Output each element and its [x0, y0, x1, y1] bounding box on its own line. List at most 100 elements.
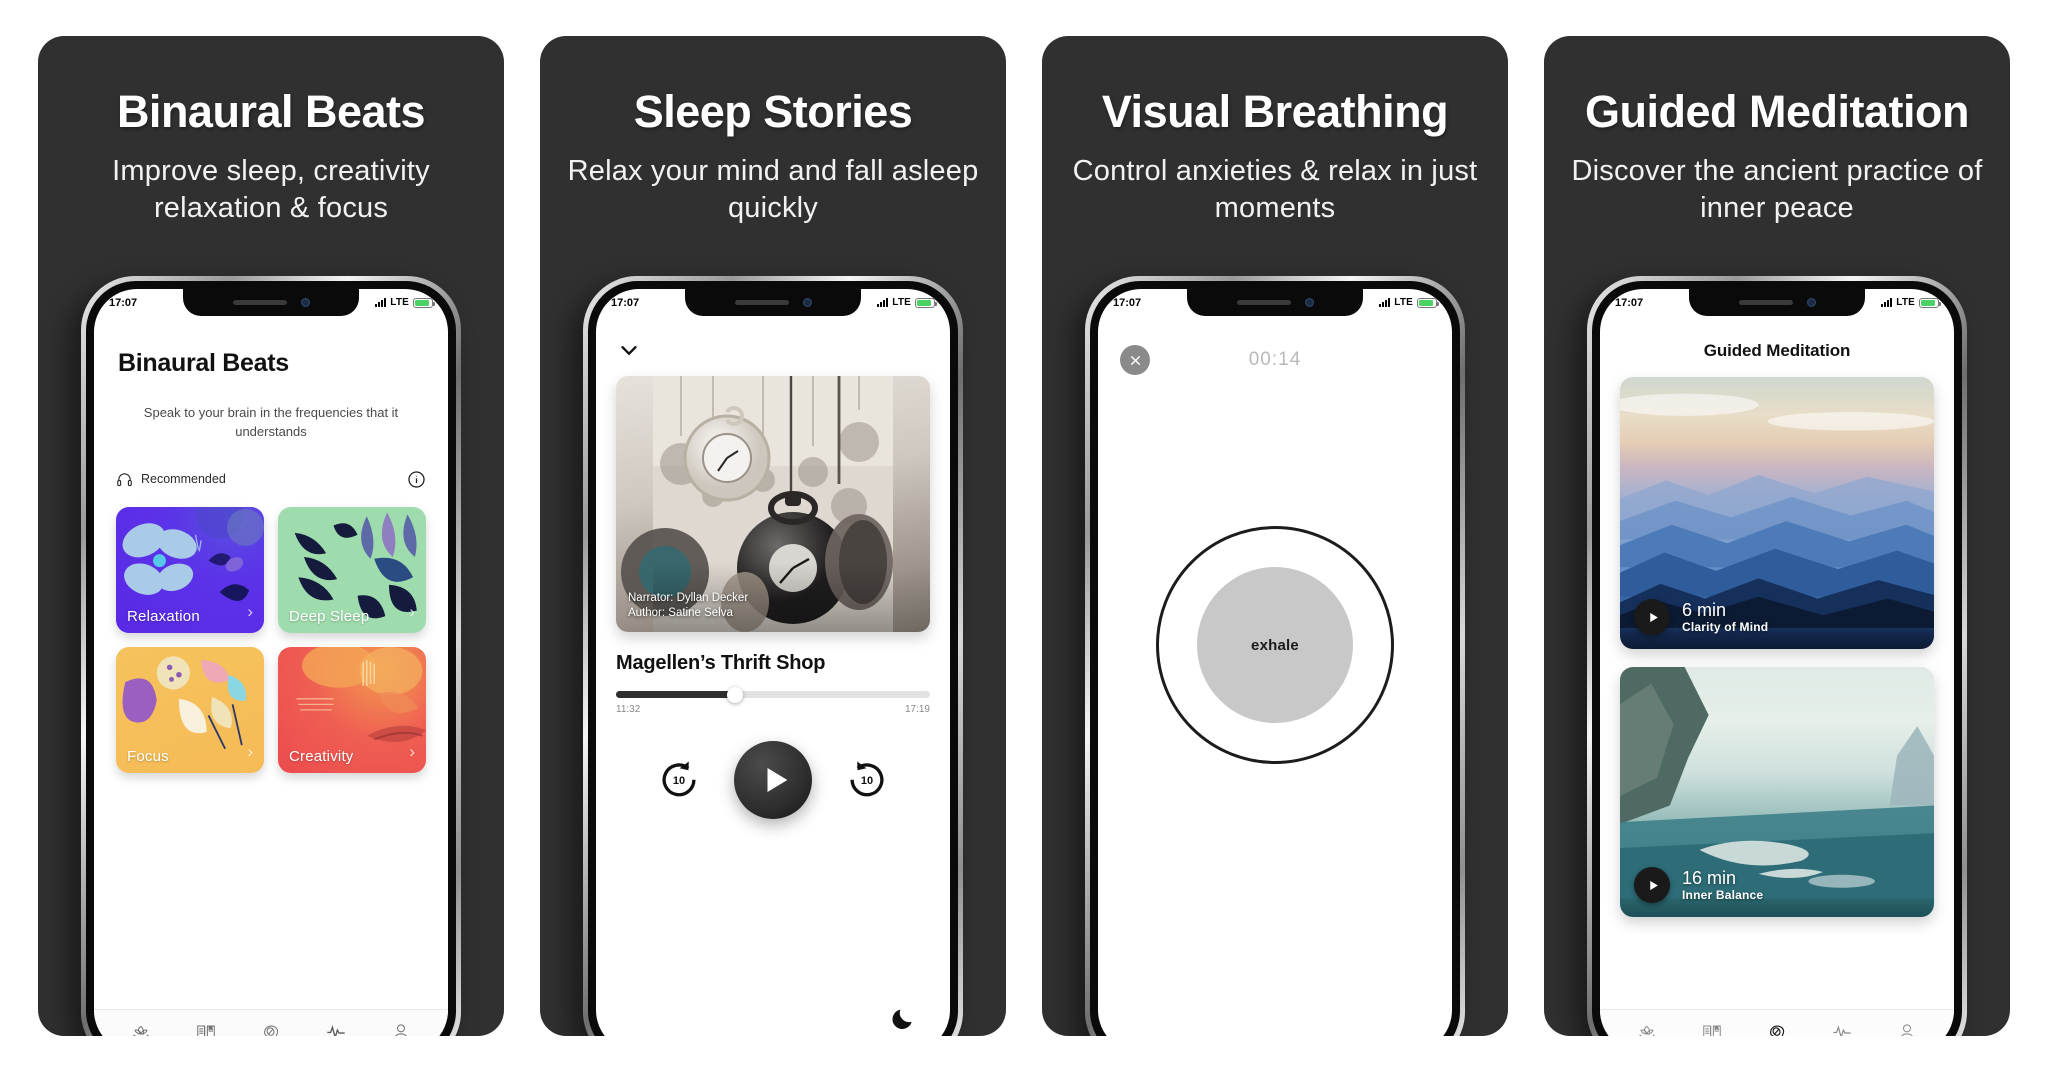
play-button[interactable]: [1634, 867, 1670, 903]
card-label: Focus: [127, 747, 169, 765]
mind-leaf-icon[interactable]: [1766, 1021, 1788, 1037]
skip-forward-button[interactable]: 10: [846, 757, 888, 804]
category-card-creativity[interactable]: Creativity ›: [278, 646, 426, 773]
breathing-circle[interactable]: exhale: [1197, 567, 1353, 723]
session-name: Inner Balance: [1682, 888, 1764, 903]
status-bar: 17:07 LTE: [596, 289, 950, 316]
section-header: Recommended: [94, 442, 448, 489]
story-credits: Narrator: Dyllan Decker Author: Satine S…: [628, 591, 748, 622]
signal-bars-icon: [877, 298, 889, 307]
progress-slider[interactable]: [616, 686, 930, 703]
mind-leaf-icon[interactable]: [260, 1021, 282, 1037]
status-bar: 17:07 LTE: [1098, 289, 1452, 316]
headphones-icon: [117, 473, 132, 486]
breathing-ring: exhale: [1156, 526, 1394, 764]
phone-mockup: 17:07 LTE Binaural Beats Speak to your b…: [53, 276, 489, 1036]
play-button[interactable]: [734, 741, 812, 819]
elapsed-time: 11:32: [616, 704, 641, 715]
section-label: Recommended: [141, 472, 226, 487]
network-label: LTE: [1394, 297, 1413, 308]
panel-title: Binaural Beats: [116, 86, 426, 137]
screenshot-showcase: Binaural Beats Improve sleep, creativity…: [0, 0, 2048, 1074]
app-content-sleep-story: Narrator: Dyllan Decker Author: Satine S…: [596, 289, 950, 1036]
phone-mockup: 17:07 LTE Guided Meditation 6 min Clarit…: [1559, 276, 1995, 1036]
panel-subtitle: Improve sleep, creativity relaxation & f…: [112, 155, 430, 225]
tab-bar: [94, 1009, 448, 1036]
session-duration: 6 min: [1682, 599, 1727, 620]
total-duration: 17:19: [904, 704, 930, 715]
showcase-panel-visual-breathing: Visual Breathing Control anxieties & rel…: [1042, 36, 1508, 1036]
showcase-panel-binaural-beats: Binaural Beats Improve sleep, creativity…: [38, 36, 504, 1036]
app-content-breathing: 00:14 exhale: [1098, 289, 1452, 1036]
category-card-relaxation[interactable]: Relaxation ›: [116, 506, 264, 633]
breath-state-label: exhale: [1251, 636, 1299, 654]
status-time: 17:07: [109, 296, 138, 309]
pulse-icon[interactable]: [325, 1021, 347, 1037]
phone-screen: 17:07 LTE: [596, 289, 950, 1036]
session-text: 16 min Inner Balance: [1682, 868, 1763, 903]
page-tagline: Speak to your brain in the frequencies t…: [143, 405, 399, 439]
play-icon: [1649, 880, 1658, 890]
card-label: Relaxation: [127, 607, 200, 625]
chevron-right-icon: ›: [409, 601, 415, 621]
session-meta: 16 min Inner Balance: [1634, 867, 1763, 903]
mountain-artwork: [1620, 393, 1934, 629]
status-bar: 17:07 LTE: [94, 289, 448, 316]
phone-bezel: 17:07 LTE Binaural Beats Speak to your b…: [86, 281, 456, 1036]
phone-frame: 17:07 LTE Binaural Beats Speak to your b…: [81, 276, 461, 1036]
category-grid: Relaxation › Deep Sleep › Focus › Creati…: [94, 489, 448, 773]
book-icon[interactable]: [1701, 1021, 1723, 1037]
status-indicators: LTE: [375, 297, 435, 308]
battery-icon: [1919, 297, 1941, 308]
progress-knob[interactable]: [727, 686, 744, 703]
info-icon[interactable]: [407, 470, 426, 489]
panel-subtitle: Control anxieties & relax in just moment…: [1072, 155, 1478, 225]
meditation-card-inner-balance[interactable]: 16 min Inner Balance: [1620, 667, 1934, 917]
battery-icon: [915, 297, 937, 308]
phone-frame: 17:07 LTE: [1085, 276, 1465, 1036]
progress-fill: [616, 691, 736, 698]
panel-title: Visual Breathing: [1101, 86, 1449, 137]
card-label: Creativity: [289, 747, 354, 765]
person-icon[interactable]: [390, 1021, 412, 1037]
phone-bezel: 17:07 LTE Guided Meditation 6 min Clarit…: [1592, 281, 1962, 1036]
panel-title: Sleep Stories: [633, 86, 913, 137]
page-title: Guided Meditation: [1703, 341, 1851, 360]
lotus-icon[interactable]: [1636, 1021, 1658, 1037]
collapse-button[interactable]: [596, 323, 950, 366]
chevron-right-icon: ›: [247, 601, 253, 621]
category-card-deep-sleep[interactable]: Deep Sleep ›: [278, 506, 426, 633]
skip-back-button[interactable]: 10: [658, 757, 700, 804]
status-time: 17:07: [1615, 296, 1644, 309]
network-label: LTE: [1896, 297, 1915, 308]
session-duration: 16 min: [1682, 867, 1737, 888]
panel-title: Guided Meditation: [1585, 86, 1969, 137]
status-indicators: LTE: [1379, 297, 1439, 308]
network-label: LTE: [892, 297, 911, 308]
category-card-focus[interactable]: Focus ›: [116, 646, 264, 773]
panel-subtitle: Discover the ancient practice of inner p…: [1571, 155, 1983, 225]
showcase-panel-sleep-stories: Sleep Stories Relax your mind and fall a…: [540, 36, 1006, 1036]
signal-bars-icon: [1881, 298, 1893, 307]
play-icon: [767, 767, 787, 793]
app-content-meditation: Guided Meditation 6 min Clarity of Mind …: [1600, 289, 1954, 1036]
play-icon: [1649, 612, 1658, 622]
meditation-card-clarity[interactable]: 6 min Clarity of Mind: [1620, 377, 1934, 649]
phone-mockup: 17:07 LTE: [555, 276, 991, 1036]
pulse-icon[interactable]: [1831, 1021, 1853, 1037]
tab-bar: [1600, 1009, 1954, 1036]
status-indicators: LTE: [1881, 297, 1941, 308]
person-icon[interactable]: [1896, 1021, 1918, 1037]
progress-section: 11:32 17:19: [596, 675, 950, 715]
book-icon[interactable]: [195, 1021, 217, 1037]
page-title: Binaural Beats: [118, 349, 289, 377]
author-line: Author: Satine Selva: [628, 607, 733, 620]
play-button[interactable]: [1634, 599, 1670, 635]
status-time: 17:07: [1113, 296, 1142, 309]
session-text: 6 min Clarity of Mind: [1682, 600, 1768, 635]
sleep-timer-button[interactable]: [890, 1006, 916, 1036]
card-label: Deep Sleep: [289, 607, 370, 625]
chevron-down-icon: [621, 346, 637, 356]
phone-frame: 17:07 LTE Guided Meditation 6 min Clarit…: [1587, 276, 1967, 1036]
lotus-icon[interactable]: [130, 1021, 152, 1037]
